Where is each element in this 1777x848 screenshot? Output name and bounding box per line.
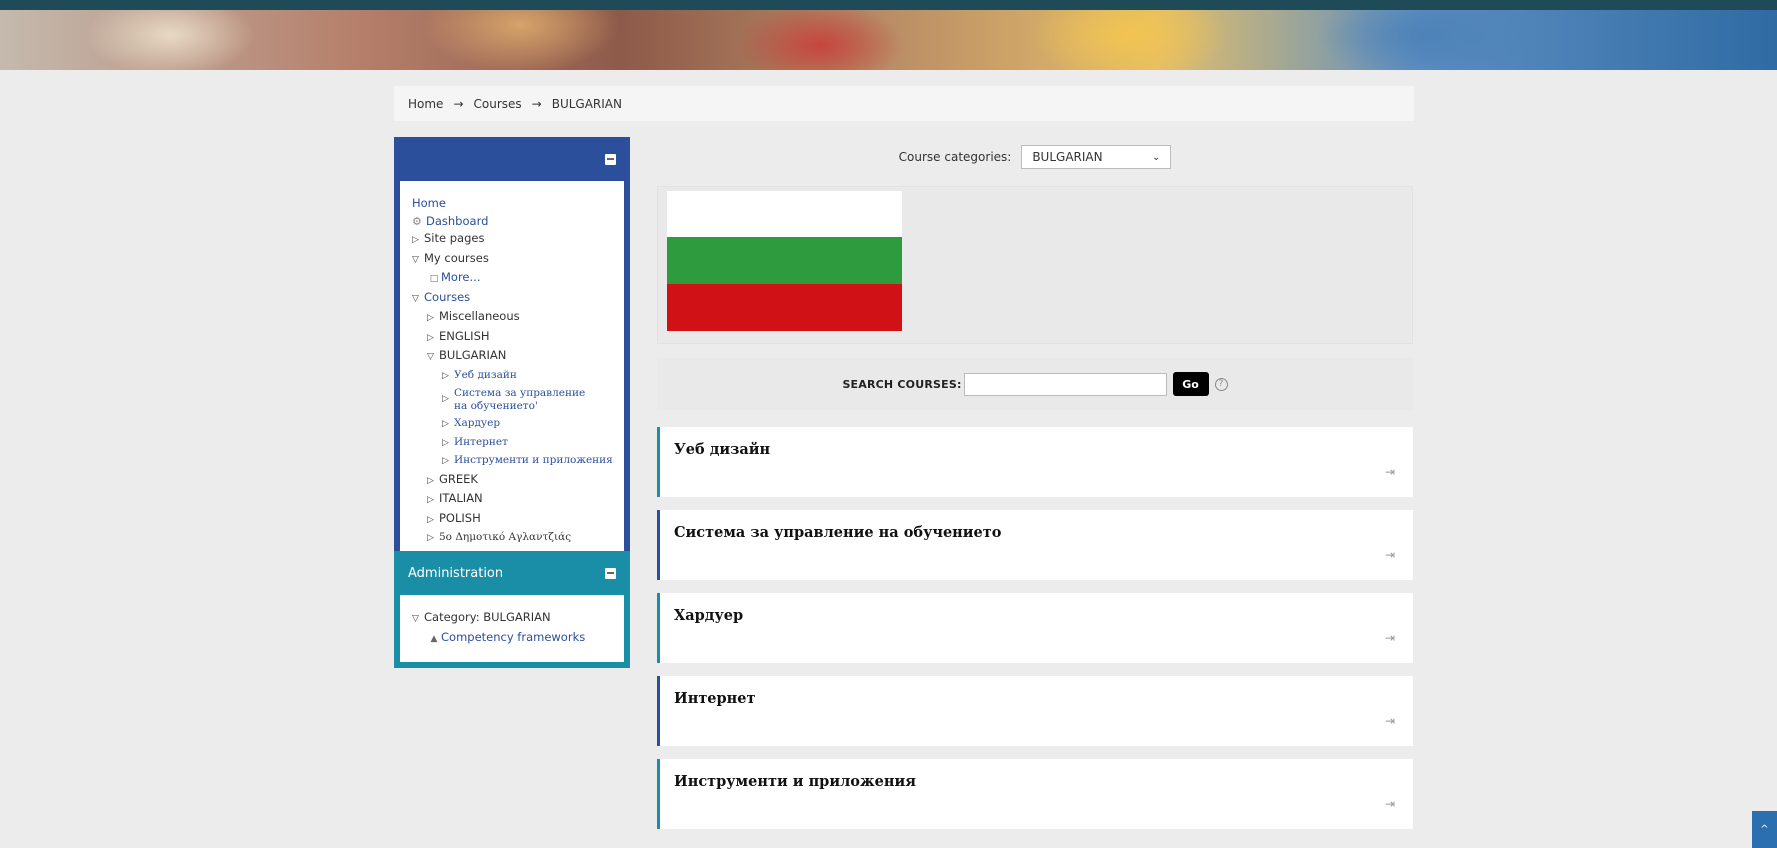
- expand-icon[interactable]: ▷: [442, 385, 454, 409]
- enter-course-icon[interactable]: ⇥: [1385, 797, 1395, 811]
- nav-course-internet[interactable]: Интернет: [454, 436, 508, 448]
- nav-course-lms[interactable]: Система за управление на обучението': [454, 385, 599, 415]
- breadcrumb-arrow-icon: →: [531, 96, 542, 111]
- admin-category[interactable]: Category: BULGARIAN: [424, 610, 551, 624]
- nav-courses[interactable]: Courses: [424, 290, 470, 304]
- nav-more[interactable]: More...: [441, 270, 480, 284]
- breadcrumb-courses[interactable]: Courses: [474, 97, 522, 111]
- flag-red-stripe: [667, 284, 902, 331]
- expand-icon[interactable]: ▷: [412, 232, 424, 250]
- dashboard-icon: ⚙: [412, 214, 422, 228]
- administration-header: Administration: [394, 551, 630, 595]
- search-courses-label: SEARCH COURSES:: [842, 377, 962, 391]
- expand-icon[interactable]: ▷: [427, 492, 439, 510]
- nav-english[interactable]: ENGLISH: [439, 329, 490, 343]
- nav-course-web-design[interactable]: Уеб дизайн: [454, 369, 517, 381]
- nav-site-pages[interactable]: Site pages: [424, 231, 484, 245]
- expand-icon[interactable]: ▷: [442, 368, 454, 386]
- expand-icon[interactable]: ▷: [427, 330, 439, 348]
- chevron-up-icon: ^: [1760, 824, 1769, 835]
- nav-course-hardware[interactable]: Хардуер: [454, 417, 500, 429]
- back-to-top-button[interactable]: ^: [1752, 811, 1777, 848]
- enter-course-icon[interactable]: ⇥: [1385, 631, 1395, 645]
- navigation-block: Navigation Home ⚙ Dashboard ▷ Site pages ▽…: [394, 137, 630, 568]
- go-button[interactable]: Go: [1172, 372, 1209, 396]
- breadcrumb-current: BULGARIAN: [551, 96, 622, 111]
- nav-dashboard[interactable]: Dashboard: [426, 214, 488, 228]
- course-box[interactable]: Система за управление на обучението ⇥: [657, 510, 1413, 580]
- flag-green-stripe: [667, 237, 902, 284]
- nav-home[interactable]: Home: [412, 196, 446, 210]
- course-box[interactable]: Интернет ⇥: [657, 676, 1413, 746]
- expand-icon[interactable]: ▷: [442, 435, 454, 453]
- enter-course-icon[interactable]: ⇥: [1385, 465, 1395, 479]
- page-left-gutter: [0, 70, 10, 848]
- course-title[interactable]: Интернет: [674, 690, 756, 707]
- category-description: [657, 186, 1413, 344]
- collapse-icon[interactable]: ▽: [412, 252, 424, 270]
- breadcrumb: Home → Courses → BULGARIAN: [394, 86, 1414, 121]
- collapse-icon[interactable]: ▽: [412, 291, 424, 309]
- course-title[interactable]: Уеб дизайн: [674, 441, 770, 458]
- collapse-block-icon[interactable]: [605, 567, 616, 579]
- nav-bulgarian[interactable]: BULGARIAN: [439, 348, 506, 362]
- collapse-icon[interactable]: ▽: [427, 349, 439, 367]
- nav-italian[interactable]: ITALIAN: [439, 491, 483, 505]
- course-title[interactable]: Система за управление на обучението: [674, 524, 1001, 541]
- course-categories-selected: BULGARIAN: [1032, 150, 1103, 164]
- expand-icon[interactable]: ▷: [427, 473, 439, 491]
- nav-polish[interactable]: POLISH: [439, 511, 481, 525]
- header-banner: [0, 0, 1777, 70]
- expand-icon[interactable]: ▷: [442, 416, 454, 434]
- course-box[interactable]: Уеб дизайн ⇥: [657, 427, 1413, 497]
- nav-school[interactable]: 5ο Δημοτικό Αγλαντζιάς: [439, 531, 571, 543]
- navigation-header: Navigation: [394, 137, 630, 181]
- search-input[interactable]: [963, 372, 1167, 396]
- bulgarian-flag-image: [667, 191, 902, 331]
- navigation-title: Navigation: [408, 151, 479, 167]
- navigation-body: Home ⚙ Dashboard ▷ Site pages ▽ My courses …: [400, 181, 624, 562]
- expand-icon[interactable]: ▷: [442, 453, 454, 471]
- course-box[interactable]: Хардуер ⇥: [657, 593, 1413, 663]
- bullet-icon: □: [429, 274, 439, 284]
- collapse-icon[interactable]: ▽: [412, 611, 424, 629]
- nav-miscellaneous[interactable]: Miscellaneous: [439, 309, 520, 323]
- administration-title: Administration: [408, 565, 504, 581]
- competency-icon: ▲: [430, 633, 438, 644]
- chevron-down-icon: ⌄: [1151, 151, 1161, 163]
- nav-my-courses[interactable]: My courses: [424, 251, 489, 265]
- flag-white-stripe: [667, 191, 902, 237]
- course-title[interactable]: Инструменти и приложения: [674, 773, 916, 790]
- course-categories-select[interactable]: BULGARIAN ⌄: [1021, 145, 1172, 169]
- top-accent-bar: [0, 0, 1777, 10]
- course-categories-label: Course categories:: [898, 150, 1012, 164]
- course-title[interactable]: Хардуер: [674, 607, 743, 624]
- expand-icon[interactable]: ▷: [427, 512, 439, 530]
- nav-greek[interactable]: GREEK: [439, 472, 478, 486]
- administration-block: Administration ▽ Category: BULGARIAN ▲ Com…: [394, 551, 630, 668]
- enter-course-icon[interactable]: ⇥: [1385, 548, 1395, 562]
- breadcrumb-home[interactable]: Home: [408, 97, 443, 111]
- course-search: SEARCH COURSES: Go ?: [657, 358, 1413, 410]
- expand-icon[interactable]: ▷: [427, 530, 439, 548]
- expand-icon[interactable]: ▷: [427, 310, 439, 328]
- course-box[interactable]: Инструменти и приложения ⇥: [657, 759, 1413, 829]
- admin-competency-frameworks[interactable]: Competency frameworks: [441, 630, 585, 644]
- nav-course-tools[interactable]: Инструменти и приложения: [454, 454, 613, 466]
- administration-body: ▽ Category: BULGARIAN ▲ Competency framewo…: [400, 595, 624, 662]
- collapse-block-icon[interactable]: [605, 153, 616, 165]
- breadcrumb-arrow-icon: →: [453, 96, 464, 111]
- help-icon[interactable]: ?: [1214, 377, 1228, 391]
- enter-course-icon[interactable]: ⇥: [1385, 714, 1395, 728]
- course-categories-row: Course categories: BULGARIAN ⌄: [657, 144, 1413, 170]
